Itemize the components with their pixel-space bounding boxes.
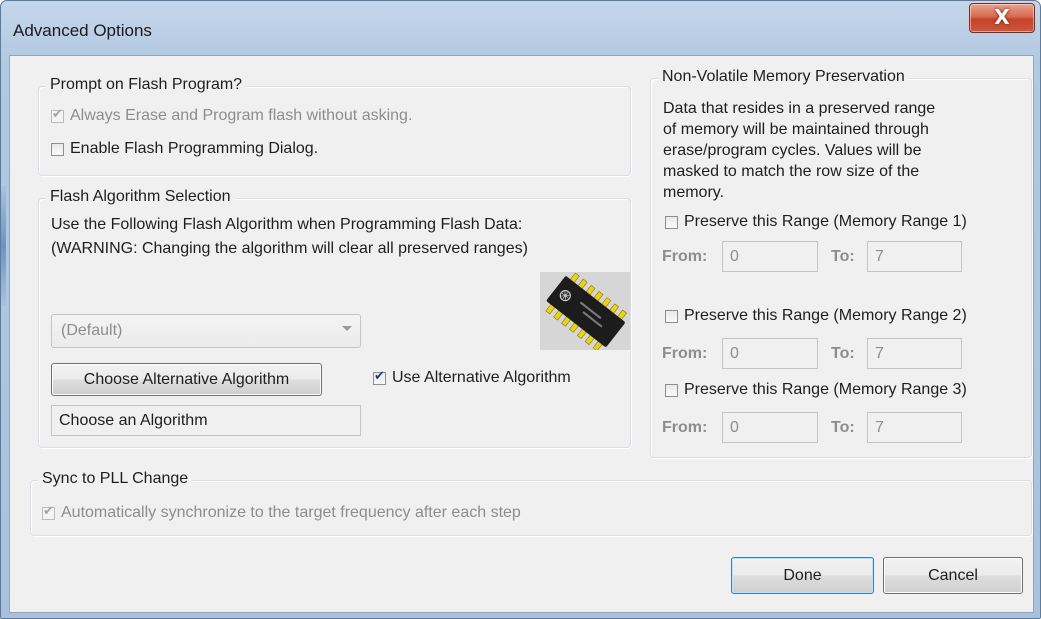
nvm-description-line1: Data that resides in a preserved range [663, 100, 936, 117]
preserve-range-2-checkbox[interactable] [665, 310, 678, 323]
nvm-description-line3: erase/program cycles. Values will be [663, 142, 922, 159]
choose-alternative-algorithm-button[interactable]: Choose Alternative Algorithm [51, 363, 322, 396]
nvm-description-line4: masked to match the row size of the [663, 163, 920, 180]
range-3-from-label: From: [662, 419, 708, 436]
range-3-to-label: To: [831, 419, 855, 436]
algorithm-warning-line2: (WARNING: Changing the algorithm will cl… [51, 240, 528, 257]
done-button[interactable]: Done [731, 557, 874, 594]
sync-pll-group: Sync to PLL Change Automatically synchro… [30, 470, 1032, 536]
dialog-body: Prompt on Flash Program? Always Erase an… [9, 55, 1034, 613]
preserve-range-2-label[interactable]: Preserve this Range (Memory Range 2) [684, 307, 967, 325]
title-bar[interactable]: Advanced Options X [1, 1, 1040, 55]
nvm-group-legend: Non-Volatile Memory Preservation [658, 68, 909, 86]
range-3-from-field: 0 [722, 412, 818, 443]
auto-sync-checkbox [42, 504, 55, 520]
advanced-options-window: Advanced Options X Prompt on Flash Progr… [0, 0, 1041, 619]
preserve-range-1-label[interactable]: Preserve this Range (Memory Range 1) [684, 213, 967, 231]
algorithm-dropdown: (Default) [51, 314, 361, 348]
algorithm-group-legend: Flash Algorithm Selection [46, 188, 235, 206]
range-3-to-field: 7 [867, 412, 962, 443]
always-erase-label: Always Erase and Program flash without a… [70, 107, 413, 124]
range-1-from-field: 0 [722, 241, 818, 272]
chevron-down-icon [342, 326, 352, 331]
window-title: Advanced Options [13, 21, 152, 40]
ic-chip-graphic [545, 272, 627, 352]
range-1-to-label: To: [831, 248, 855, 265]
range-2-from-label: From: [662, 345, 708, 362]
range-1-from-label: From: [662, 248, 708, 265]
close-button[interactable]: X [969, 3, 1035, 33]
range-2-to-label: To: [831, 345, 855, 362]
range-2-from-field: 0 [722, 338, 818, 369]
close-icon: X [994, 5, 1010, 29]
prompt-group-legend: Prompt on Flash Program? [46, 76, 247, 94]
sync-group-legend: Sync to PLL Change [38, 470, 193, 488]
preserve-range-3-label[interactable]: Preserve this Range (Memory Range 3) [684, 381, 967, 399]
ic-chip-icon [540, 272, 630, 352]
preserve-range-3-checkbox[interactable] [665, 384, 678, 397]
window-edge-highlight [1, 186, 6, 306]
enable-dialog-label[interactable]: Enable Flash Programming Dialog. [70, 140, 318, 158]
nvm-description-line5: memory. [663, 184, 725, 201]
use-alternative-algorithm-label[interactable]: Use Alternative Algorithm [392, 369, 571, 387]
nvm-description-line2: of memory will be maintained through [663, 121, 929, 138]
algorithm-dropdown-value: (Default) [61, 322, 123, 339]
prompt-on-flash-group: Prompt on Flash Program? Always Erase an… [38, 76, 631, 176]
enable-dialog-checkbox[interactable] [51, 143, 64, 156]
algorithm-instruction-line1: Use the Following Flash Algorithm when P… [51, 216, 523, 233]
always-erase-checkbox [51, 107, 64, 123]
range-1-to-field: 7 [867, 241, 962, 272]
nvm-preservation-group: Non-Volatile Memory Preservation Data th… [650, 68, 1032, 458]
selected-algorithm-field: Choose an Algorithm [51, 405, 361, 436]
cancel-button[interactable]: Cancel [883, 557, 1023, 594]
auto-sync-label: Automatically synchronize to the target … [61, 504, 521, 521]
preserve-range-1-checkbox[interactable] [665, 216, 678, 229]
use-alternative-algorithm-checkbox[interactable] [373, 369, 386, 385]
range-2-to-field: 7 [867, 338, 962, 369]
